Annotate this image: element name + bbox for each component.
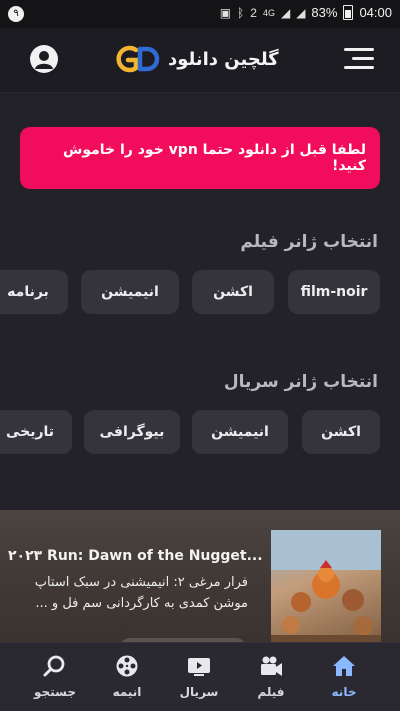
nav-movies-label: فیلم — [257, 685, 285, 699]
signal-icon: ◢ — [280, 5, 291, 20]
movie-genre-chip[interactable]: اکشن — [192, 270, 274, 314]
vpn-warning-text: لطفا قبل از دانلود حتما vpn خود را خاموش… — [63, 142, 366, 174]
film-reel-icon — [116, 655, 138, 677]
featured-card[interactable]: ۲۰۲۳ Run: Dawn of the Nugget... فرار مرغ… — [0, 510, 400, 642]
movie-genre-title: انتخاب ژانر فیلم — [240, 232, 378, 252]
nav-search-label: جستجو — [34, 685, 76, 699]
status-bar: ۹ ▣ ᛒ 2 4G ◢ ◢ 83% 04:00 — [0, 0, 400, 28]
movie-genre-chip[interactable]: film-noir — [288, 270, 380, 314]
logo-text: گلچین دانلود — [168, 48, 279, 70]
battery-icon — [343, 5, 354, 20]
movie-genre-chip[interactable]: برنامه — [0, 270, 68, 314]
movie-genre-chip[interactable]: انیمیشن — [81, 270, 179, 314]
series-genre-chip[interactable]: بیوگرافی — [84, 410, 180, 454]
bluetooth-icon: ᛒ — [237, 5, 245, 20]
notification-badge: ۹ — [8, 6, 24, 22]
app-header: گلچین دانلود — [0, 28, 400, 93]
nav-home[interactable]: خانه — [308, 643, 380, 711]
image-notification-icon: ▣ — [219, 5, 232, 20]
poster-art — [271, 530, 381, 642]
logo-mark-icon — [116, 45, 160, 73]
nav-series[interactable]: سریال — [163, 643, 235, 711]
series-genre-chips: اکشن انیمیشن بیوگرافی تاریخی — [0, 410, 400, 458]
series-genre-chip[interactable]: انیمیشن — [192, 410, 288, 454]
network-type-icon: 4G — [262, 7, 275, 18]
series-genre-chip[interactable]: اکشن — [302, 410, 380, 454]
nav-anime[interactable]: انیمه — [91, 643, 163, 711]
battery-percent: 83% — [311, 5, 338, 20]
clock: 04:00 — [359, 5, 392, 20]
series-genre-chip[interactable]: تاریخی — [0, 410, 72, 454]
series-genre-title: انتخاب ژانر سریال — [223, 372, 378, 392]
featured-poster[interactable] — [271, 530, 381, 642]
sim-icon: 2 — [250, 5, 257, 20]
menu-icon[interactable] — [344, 46, 374, 72]
tv-play-icon — [188, 658, 210, 676]
nav-search[interactable]: جستجو — [19, 643, 91, 711]
movie-genre-chips: film-noir اکشن انیمیشن برنامه — [0, 270, 400, 318]
nav-movies[interactable]: فیلم — [235, 643, 307, 711]
featured-description: فرار مرغی ۲: انیمیشنی در سبک استاپ موشن … — [34, 575, 248, 611]
status-icons: ▣ ᛒ 2 4G ◢ ◢ 83% 04:00 — [220, 5, 392, 20]
user-avatar-icon[interactable] — [30, 45, 58, 73]
bottom-navigation: خانه فیلم سریال انیمه جستجو — [0, 642, 400, 711]
app-logo[interactable]: گلچین دانلود — [114, 44, 279, 74]
home-icon — [333, 656, 355, 676]
nav-series-label: سریال — [179, 685, 219, 699]
vpn-warning-banner: لطفا قبل از دانلود حتما vpn خود را خاموش… — [20, 127, 380, 189]
search-icon — [43, 655, 65, 677]
nav-anime-label: انیمه — [112, 685, 142, 699]
signal-2-icon: ◢ — [296, 5, 306, 20]
featured-title: ۲۰۲۳ Run: Dawn of the Nugget... — [8, 548, 263, 564]
video-camera-icon — [261, 656, 282, 676]
nav-home-label: خانه — [331, 685, 357, 699]
